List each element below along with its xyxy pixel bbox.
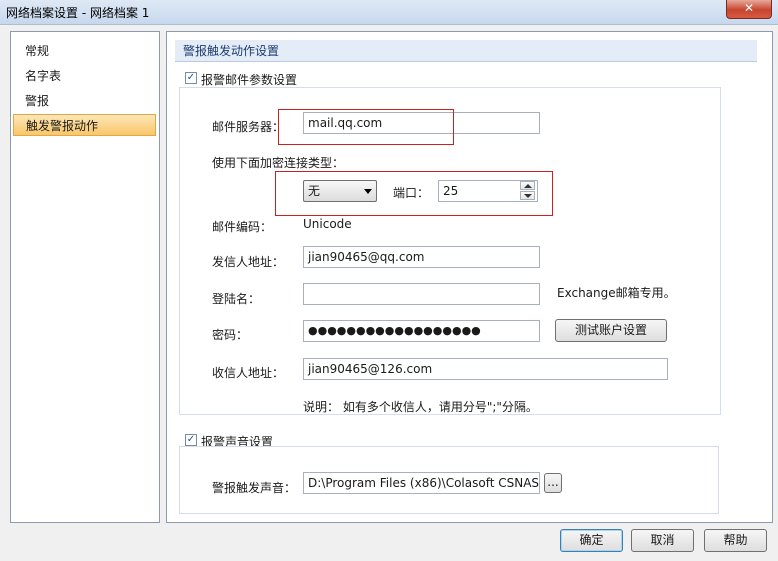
encrypt-type-label: 使用下面加密连接类型： <box>212 156 345 170</box>
dialog-body: 常规 名字表 警报 触发警报动作 警报触发动作设置 ✓ 报警邮件参数设置 邮件服… <box>0 25 778 561</box>
login-label: 登陆名： <box>212 292 261 306</box>
browse-button[interactable]: ... <box>544 473 562 493</box>
password-input[interactable]: ●●●●●●●●●●●●●●●●●● <box>303 320 540 342</box>
highlight-box-encryption <box>275 171 553 216</box>
recipient-label: 收信人地址： <box>212 366 285 380</box>
settings-nav: 常规 名字表 警报 触发警报动作 <box>10 31 160 523</box>
window-title: 网络档案设置 - 网络档案 1 <box>6 6 150 20</box>
email-settings-checkbox[interactable]: ✓ <box>185 72 197 84</box>
nav-item-alarm[interactable]: 警报 <box>13 90 156 112</box>
settings-panel: 警报触发动作设置 ✓ 报警邮件参数设置 邮件服务器： mail.qq.com 使… <box>166 31 773 523</box>
alarm-sound-label: 警报触发声音： <box>212 481 297 495</box>
password-label: 密码： <box>212 328 249 342</box>
nav-item-name-table[interactable]: 名字表 <box>13 65 156 87</box>
sender-input[interactable]: jian90465@qq.com <box>303 246 540 268</box>
close-button[interactable]: ✕ <box>726 0 772 19</box>
highlight-box-server <box>278 109 454 145</box>
help-button[interactable]: 帮助 <box>704 529 767 552</box>
alarm-sound-path-input[interactable]: D:\Program Files (x86)\Colasoft CSNAS <box>303 472 540 494</box>
encoding-label: 邮件编码： <box>212 220 273 234</box>
mail-server-label: 邮件服务器： <box>212 120 285 134</box>
login-note: Exchange邮箱专用。 <box>557 286 676 300</box>
test-account-button[interactable]: 测试账户设置 <box>555 319 667 342</box>
encoding-value: Unicode <box>303 217 352 231</box>
email-settings-group: 邮件服务器： mail.qq.com 使用下面加密连接类型： 无 端口： 25 … <box>179 87 721 415</box>
section-title: 警报触发动作设置 <box>175 40 757 62</box>
sound-settings-group: 警报触发声音： D:\Program Files (x86)\Colasoft … <box>179 446 719 514</box>
email-settings-label: 报警邮件参数设置 <box>201 73 298 87</box>
sound-settings-checkbox[interactable]: ✓ <box>185 434 197 446</box>
nav-item-trigger-actions[interactable]: 触发警报动作 <box>13 114 156 136</box>
title-bar: 网络档案设置 - 网络档案 1 ✕ <box>0 0 778 25</box>
ok-button[interactable]: 确定 <box>560 529 623 552</box>
nav-item-general[interactable]: 常规 <box>13 40 156 62</box>
login-input[interactable] <box>303 283 540 305</box>
recipient-input[interactable]: jian90465@126.com <box>303 358 668 380</box>
sender-label: 发信人地址： <box>212 255 285 269</box>
cancel-button[interactable]: 取消 <box>631 529 694 552</box>
recipient-note: 说明： 如有多个收信人，请用分号";"分隔。 <box>303 400 538 414</box>
